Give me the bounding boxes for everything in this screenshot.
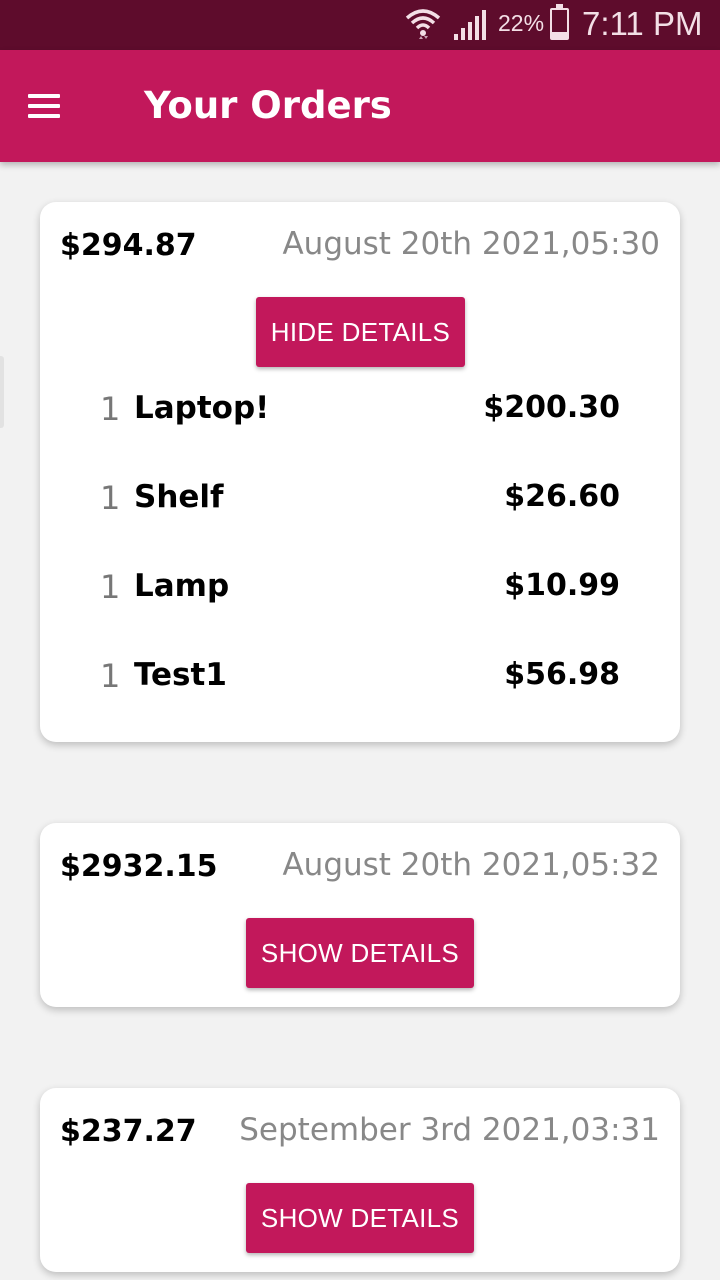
status-time: 7:11 PM: [582, 5, 703, 42]
drawer-edge-handle[interactable]: [0, 356, 4, 428]
order-card: $237.27 September 3rd 2021,03:31 SHOW DE…: [40, 1088, 680, 1272]
order-date: September 3rd 2021,03:31: [239, 1112, 660, 1148]
battery-icon: [550, 4, 569, 40]
order-item-row: 1 Lamp $10.99: [40, 568, 680, 608]
order-total: $2932.15: [60, 849, 218, 884]
item-name: Test1: [134, 657, 227, 693]
item-price: $10.99: [504, 568, 620, 603]
item-price: $200.30: [483, 390, 620, 425]
order-card: $294.87 August 20th 2021,05:30 HIDE DETA…: [40, 202, 680, 742]
status-bar: 22% 7:11 PM: [0, 0, 720, 50]
order-date: August 20th 2021,05:30: [282, 226, 660, 262]
show-details-button[interactable]: SHOW DETAILS: [246, 1183, 474, 1253]
item-price: $56.98: [504, 657, 620, 692]
wifi-icon: [405, 9, 441, 39]
show-details-button[interactable]: SHOW DETAILS: [246, 918, 474, 988]
item-quantity: 1: [100, 568, 121, 606]
order-total: $237.27: [60, 1114, 197, 1149]
item-name: Lamp: [134, 568, 230, 604]
signal-icon: [454, 10, 486, 40]
item-quantity: 1: [100, 479, 121, 517]
item-quantity: 1: [100, 390, 121, 428]
item-name: Laptop!: [134, 390, 270, 426]
battery-percent: 22%: [498, 10, 545, 36]
order-date: August 20th 2021,05:32: [282, 847, 660, 883]
page-title: Your Orders: [144, 84, 392, 127]
order-card: $2932.15 August 20th 2021,05:32 SHOW DET…: [40, 823, 680, 1007]
order-item-row: 1 Test1 $56.98: [40, 657, 680, 697]
item-price: $26.60: [504, 479, 620, 514]
hide-details-button[interactable]: HIDE DETAILS: [256, 297, 465, 367]
order-item-row: 1 Shelf $26.60: [40, 479, 680, 519]
item-quantity: 1: [100, 657, 121, 695]
order-total: $294.87: [60, 228, 197, 263]
hamburger-menu-icon[interactable]: [24, 86, 64, 126]
order-item-row: 1 Laptop! $200.30: [40, 390, 680, 430]
app-bar: Your Orders: [0, 50, 720, 162]
item-name: Shelf: [134, 479, 224, 515]
